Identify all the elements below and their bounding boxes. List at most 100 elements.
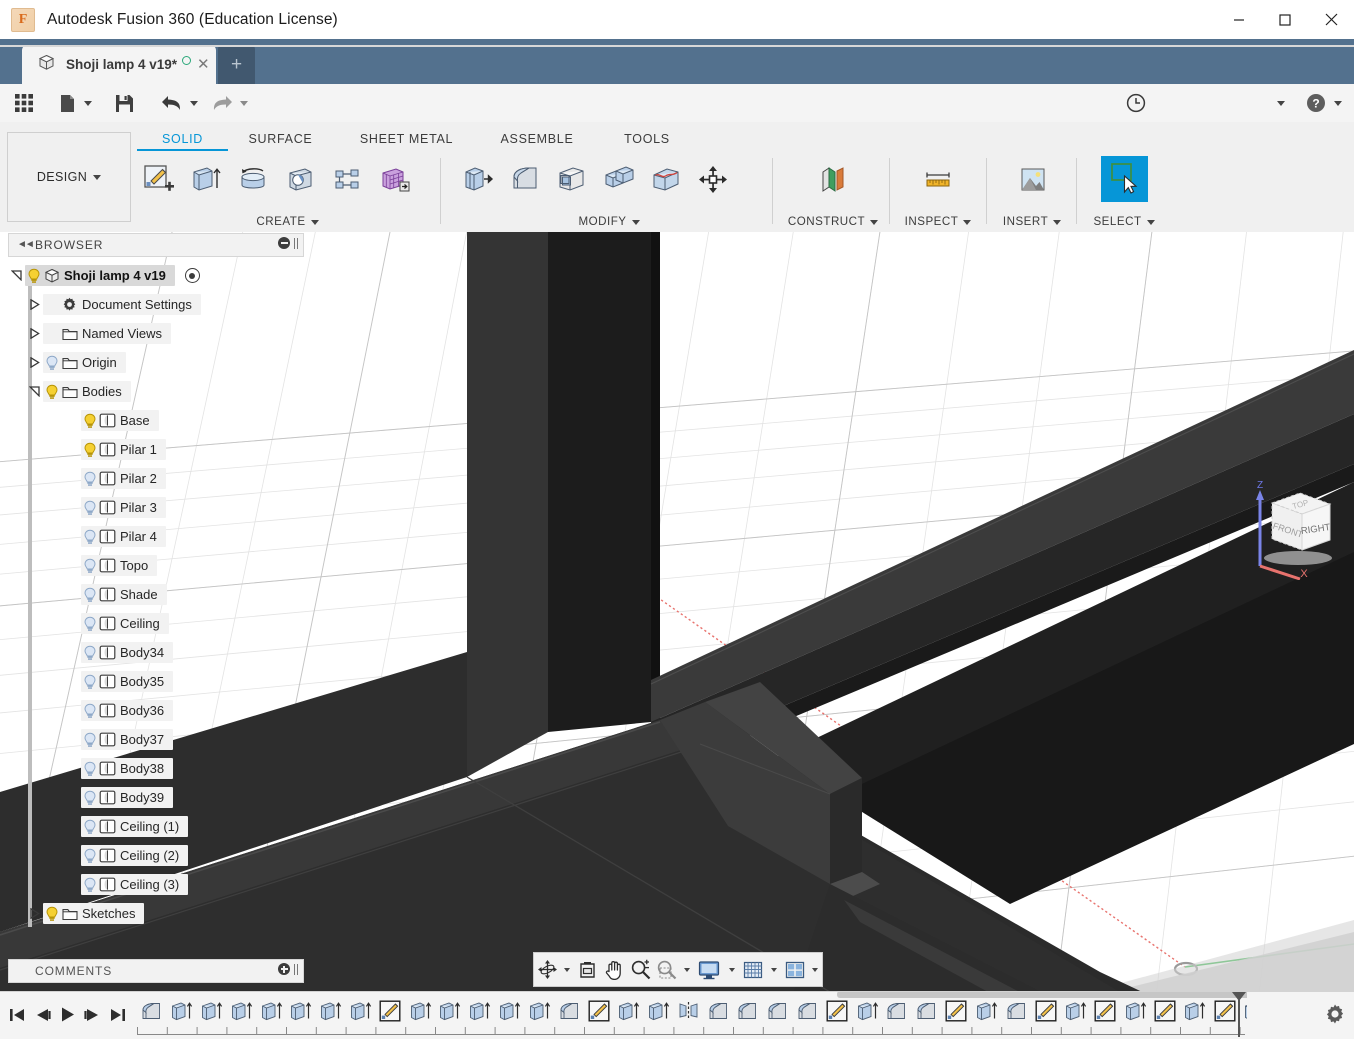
timeline-feature-extrude[interactable] bbox=[405, 994, 435, 1027]
tree-item-pilar-3[interactable]: Pilar 3 bbox=[8, 493, 302, 522]
pattern-icon[interactable] bbox=[324, 156, 371, 202]
visibility-bulb-icon[interactable] bbox=[81, 642, 98, 663]
minimize-button[interactable] bbox=[1216, 0, 1262, 39]
fillet-icon[interactable] bbox=[502, 156, 549, 202]
new-tab-button[interactable]: + bbox=[218, 45, 255, 84]
maximize-button[interactable] bbox=[1262, 0, 1308, 39]
timeline-feature-extrude[interactable] bbox=[465, 994, 495, 1027]
undo-dropdown-caret-icon[interactable] bbox=[186, 84, 202, 122]
close-button[interactable] bbox=[1308, 0, 1354, 39]
visibility-bulb-icon[interactable] bbox=[43, 381, 60, 402]
timeline-feature-extrude[interactable] bbox=[197, 994, 227, 1027]
visibility-bulb-icon[interactable] bbox=[81, 613, 98, 634]
visibility-bulb-icon[interactable] bbox=[81, 410, 98, 431]
timeline-feature-extrude[interactable] bbox=[971, 994, 1001, 1027]
pan-hand-icon[interactable] bbox=[600, 954, 627, 985]
timeline-feature-sketch[interactable] bbox=[375, 994, 405, 1027]
select-cursor-icon[interactable] bbox=[1100, 156, 1148, 202]
visibility-bulb-icon[interactable] bbox=[81, 758, 98, 779]
tab-solid[interactable]: SOLID bbox=[137, 132, 228, 151]
tab-assemble[interactable]: ASSEMBLE bbox=[477, 132, 597, 146]
tree-item-body35[interactable]: Body35 bbox=[8, 667, 302, 696]
create-sketch-icon[interactable] bbox=[136, 156, 183, 202]
grid-snaps-icon[interactable] bbox=[739, 954, 767, 985]
timeline-feature-extrude[interactable] bbox=[286, 994, 316, 1027]
mesh-icon[interactable] bbox=[371, 156, 418, 202]
combine-icon[interactable] bbox=[596, 156, 643, 202]
timeline-settings-gear-icon[interactable] bbox=[1324, 1003, 1346, 1030]
view-cube[interactable]: Z X TOP FRONT RIGHT bbox=[1238, 480, 1346, 581]
measure-ruler-icon[interactable] bbox=[915, 156, 962, 202]
collapse-left-icon[interactable]: ◄◄ bbox=[17, 239, 35, 250]
twisty-collapsed-icon[interactable] bbox=[26, 352, 43, 373]
timeline-track[interactable] bbox=[137, 992, 1247, 1037]
tree-item-pilar-4[interactable]: Pilar 4 bbox=[8, 522, 302, 551]
visibility-bulb-icon[interactable] bbox=[81, 468, 98, 489]
timeline-feature-sketch[interactable] bbox=[822, 994, 852, 1027]
timeline-feature-sketch[interactable] bbox=[1091, 994, 1121, 1027]
move-copy-icon[interactable] bbox=[690, 156, 737, 202]
close-tab-icon[interactable]: ✕ bbox=[197, 57, 210, 72]
panel-modify-label[interactable]: MODIFY bbox=[455, 215, 763, 228]
play-icon[interactable] bbox=[55, 992, 80, 1037]
timeline-feature-extrude[interactable] bbox=[1061, 994, 1091, 1027]
minimize-panel-icon[interactable] bbox=[278, 237, 290, 249]
tree-item-origin[interactable]: Origin bbox=[8, 348, 302, 377]
tree-item-bodies[interactable]: Bodies bbox=[8, 377, 302, 406]
file-dropdown-caret-icon[interactable] bbox=[80, 84, 96, 122]
tree-item-shade[interactable]: Shade bbox=[8, 580, 302, 609]
visibility-bulb-icon[interactable] bbox=[81, 584, 98, 605]
fit-zoom-window-icon[interactable] bbox=[654, 954, 681, 985]
tree-item-shoji-lamp-4-v19[interactable]: Shoji lamp 4 v19 bbox=[8, 261, 302, 290]
timeline-feature-extrude[interactable] bbox=[495, 994, 525, 1027]
app-grid-icon[interactable] bbox=[8, 84, 40, 122]
press-pull-icon[interactable] bbox=[455, 156, 502, 202]
visibility-bulb-icon[interactable] bbox=[81, 526, 98, 547]
timeline-feature-extrude[interactable] bbox=[852, 994, 882, 1027]
visibility-bulb-icon[interactable] bbox=[81, 787, 98, 808]
timeline-feature-fillet[interactable] bbox=[882, 994, 912, 1027]
timeline-feature-fillet[interactable] bbox=[793, 994, 823, 1027]
twisty-expanded-icon[interactable] bbox=[26, 381, 43, 402]
zoom-icon[interactable] bbox=[627, 954, 654, 985]
timeline-feature-extrude[interactable] bbox=[256, 994, 286, 1027]
panel-create-label[interactable]: CREATE bbox=[136, 215, 439, 228]
insert-image-icon[interactable] bbox=[1009, 156, 1056, 202]
step-back-icon[interactable] bbox=[30, 992, 55, 1037]
tree-item-sketches[interactable]: Sketches bbox=[8, 899, 302, 928]
tree-item-ceiling-3[interactable]: Ceiling (3) bbox=[8, 870, 302, 899]
timeline-feature-extrude[interactable] bbox=[226, 994, 256, 1027]
timeline-feature-extrude[interactable] bbox=[1120, 994, 1150, 1027]
panel-construct-label[interactable]: CONSTRUCT bbox=[786, 215, 880, 228]
timeline-feature-extrude[interactable] bbox=[435, 994, 465, 1027]
timeline-feature-fillet[interactable] bbox=[554, 994, 584, 1027]
visibility-bulb-icon[interactable] bbox=[81, 439, 98, 460]
panel-insert-label[interactable]: INSERT bbox=[996, 215, 1068, 228]
viewports-icon[interactable] bbox=[780, 954, 808, 985]
timeline-feature-extrude[interactable] bbox=[316, 994, 346, 1027]
skip-to-end-icon[interactable] bbox=[105, 992, 130, 1037]
recent-clock-icon[interactable] bbox=[1121, 84, 1151, 122]
visibility-bulb-icon[interactable] bbox=[81, 874, 98, 895]
tab-sheet-metal[interactable]: SHEET METAL bbox=[336, 132, 477, 146]
timeline-feature-mirror[interactable] bbox=[673, 994, 703, 1027]
save-icon[interactable] bbox=[110, 84, 138, 122]
look-at-icon[interactable] bbox=[574, 954, 601, 985]
timeline-feature-extrude[interactable] bbox=[524, 994, 554, 1027]
visibility-bulb-icon[interactable] bbox=[81, 700, 98, 721]
display-settings-icon[interactable] bbox=[693, 954, 725, 985]
visibility-bulb-icon[interactable] bbox=[43, 903, 60, 924]
visibility-bulb-icon[interactable] bbox=[81, 555, 98, 576]
sweep-icon[interactable] bbox=[277, 156, 324, 202]
tree-item-document-settings[interactable]: Document Settings bbox=[8, 290, 302, 319]
shell-icon[interactable] bbox=[549, 156, 596, 202]
file-icon[interactable] bbox=[56, 84, 78, 122]
timeline-feature-fillet[interactable] bbox=[763, 994, 793, 1027]
tree-item-pilar-1[interactable]: Pilar 1 bbox=[8, 435, 302, 464]
timeline-feature-extrude[interactable] bbox=[1180, 994, 1210, 1027]
panel-grip-icon[interactable] bbox=[294, 963, 298, 975]
tree-item-ceiling-2[interactable]: Ceiling (2) bbox=[8, 841, 302, 870]
tree-item-ceiling[interactable]: Ceiling bbox=[8, 609, 302, 638]
grid-caret-icon[interactable] bbox=[767, 954, 780, 985]
construct-plane-icon[interactable] bbox=[810, 156, 857, 202]
